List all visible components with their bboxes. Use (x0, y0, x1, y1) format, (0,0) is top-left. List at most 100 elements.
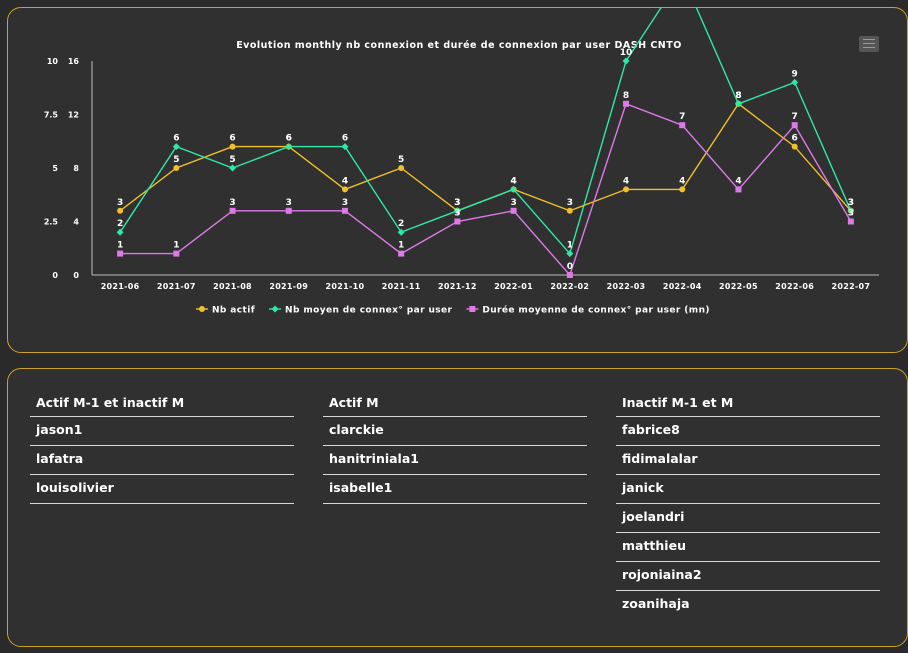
data-point (397, 228, 405, 236)
user-lists-panel: Actif M-1 et inactif Mjason1 lafatra louis… (7, 368, 908, 647)
data-point (341, 143, 349, 151)
x-axis-tick-label: 2021-07 (157, 282, 196, 291)
user-list-1: Actif Mclarckie hanitriniala1 isabelle1 (323, 391, 587, 504)
data-point (454, 218, 461, 225)
data-label: 5 (229, 155, 235, 165)
data-label: 5 (173, 155, 179, 165)
x-axis-tick-label: 2022-02 (550, 282, 589, 291)
data-label: 4 (623, 176, 629, 186)
x-axis-tick-label: 2021-10 (326, 282, 365, 291)
chart-panel: Evolution monthly nb connexion et durée … (7, 7, 908, 353)
legend-label: Durée moyenne de connex° par user (mn) (482, 305, 710, 316)
data-label: 3 (510, 198, 516, 208)
chart-title: Evolution monthly nb connexion et durée … (236, 40, 682, 51)
data-label: 6 (792, 134, 798, 144)
data-label: 8 (735, 91, 741, 101)
x-axis-tick-label: 2022-03 (607, 282, 646, 291)
legend-item: Durée moyenne de connex° par user (mn) (466, 305, 710, 316)
legend-marker (469, 306, 476, 312)
data-label: 6 (342, 134, 348, 144)
left-axis-tick-label: 2.5 (44, 218, 59, 227)
series-0: 3 5 6 6 4 5 3 4 3 4 4 8 6 3 (117, 91, 854, 214)
data-point (847, 218, 854, 225)
list-item: janick (616, 475, 880, 504)
list-item: isabelle1 (323, 475, 587, 504)
list-item: rojoniaina2 (616, 562, 880, 591)
data-point (229, 164, 237, 172)
legend-item: Nb actif (196, 306, 255, 316)
right-axis-tick-label: 16 (68, 57, 80, 66)
data-point (341, 207, 348, 214)
data-label: 4 (342, 176, 348, 186)
data-point (679, 122, 686, 129)
user-list-2: Inactif M-1 et Mfabrice8 fidimalalar janic… (616, 391, 880, 619)
series-2: 1 13 3 3133087473 (117, 91, 854, 278)
data-point (679, 186, 686, 193)
x-axis-tick-label: 2022-07 (831, 282, 870, 291)
data-point (172, 143, 180, 151)
data-label: 6 (286, 134, 292, 144)
legend-marker (271, 305, 279, 313)
list-item: jason1 (30, 417, 294, 446)
data-point (116, 228, 124, 236)
data-label: 1 (173, 241, 179, 251)
legend-label: Nb moyen de connex° par user (285, 306, 452, 316)
data-label: 3 (229, 198, 235, 208)
left-axis-tick-label: 7.5 (44, 111, 59, 120)
line-chart: Evolution monthly nb connexion et durée … (44, 8, 879, 316)
data-label: 3 (117, 198, 123, 208)
data-point (735, 186, 742, 193)
right-axis-tick-label: 0 (73, 271, 79, 280)
data-label: 7 (792, 112, 798, 122)
list-header: Actif M-1 et inactif M (30, 391, 294, 417)
legend-label: Nb actif (212, 306, 255, 316)
list-header: Actif M (323, 391, 587, 417)
data-point (623, 186, 630, 193)
data-label: 1 (398, 241, 404, 251)
data-label: 2 (398, 219, 404, 229)
list-header: Inactif M-1 et M (616, 391, 880, 417)
x-axis-tick-label: 2022-04 (663, 282, 702, 291)
list-item: matthieu (616, 533, 880, 562)
data-point (791, 143, 798, 150)
data-label: 6 (173, 134, 179, 144)
data-label: 5 (398, 155, 404, 165)
data-point (285, 207, 292, 214)
right-axis-tick-label: 8 (73, 164, 79, 173)
data-point (622, 57, 630, 65)
x-axis-tick-label: 2021-09 (269, 282, 308, 291)
left-axis-tick-label: 5 (52, 164, 58, 173)
data-point (117, 250, 124, 257)
list-item: hanitriniala1 (323, 446, 587, 475)
data-point (341, 186, 348, 193)
left-axis-tick-label: 0 (52, 271, 58, 280)
data-point (173, 165, 180, 171)
data-label: 8 (623, 91, 629, 101)
list-item: louisolivier (30, 475, 294, 504)
data-point (117, 207, 124, 214)
x-axis-tick-label: 2021-06 (101, 282, 140, 291)
data-point (398, 250, 405, 257)
x-axis-tick-label: 2021-12 (438, 282, 477, 291)
data-label: 7 (679, 112, 685, 122)
data-label: 3 (286, 198, 292, 208)
list-item: clarckie (323, 417, 587, 446)
data-label: 4 (679, 176, 685, 186)
data-point (791, 78, 799, 86)
data-point (791, 122, 798, 129)
list-item: zoanihaja (622, 596, 690, 611)
left-axis-tick-label: 10 (47, 57, 59, 66)
right-axis-tick-label: 12 (68, 111, 79, 120)
data-label: 1 (117, 241, 123, 251)
data-label: 3 (848, 198, 854, 208)
data-point (566, 207, 573, 214)
data-label: 2 (117, 219, 123, 229)
data-label: 3 (342, 198, 348, 208)
list-item: lafatra (30, 446, 294, 475)
data-label: 3 (454, 198, 460, 208)
data-label: 6 (229, 134, 235, 144)
data-label: 4 (735, 176, 741, 186)
data-point (623, 100, 630, 107)
x-axis-tick-label: 2021-08 (213, 282, 252, 291)
list-item: fabrice8 (616, 417, 880, 446)
